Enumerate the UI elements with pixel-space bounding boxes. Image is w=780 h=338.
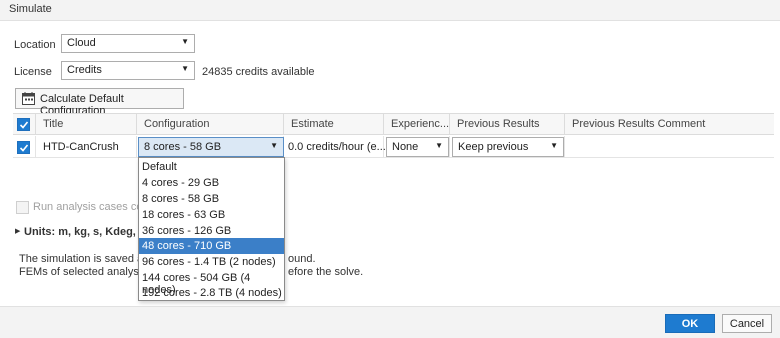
- row-estimate-cell: 0.0 credits/hour (e...: [284, 136, 386, 157]
- column-previous-results-comment-label: Previous Results Comment: [572, 118, 706, 130]
- previous-results-value: Keep previous: [458, 141, 529, 153]
- dropdown-option-label: 18 cores - 63 GB: [142, 209, 226, 221]
- table-header: Title Configuration Estimate Experienc..…: [13, 113, 774, 135]
- row-checkbox-cell: [13, 136, 36, 157]
- header-select-all-cell: [13, 114, 36, 134]
- dropdown-option-label: 48 cores - 710 GB: [142, 240, 232, 252]
- chevron-down-icon: ▼: [270, 141, 278, 150]
- column-estimate-label: Estimate: [291, 118, 334, 130]
- dropdown-option-label: 4 cores - 29 GB: [142, 177, 220, 189]
- experience-value: None: [392, 141, 419, 153]
- select-all-checkbox[interactable]: [17, 118, 30, 131]
- column-configuration-label: Configuration: [144, 118, 210, 130]
- chevron-down-icon: ▼: [550, 141, 558, 150]
- row-previous-results-cell: Keep previous ▼: [450, 136, 565, 157]
- column-header-estimate[interactable]: Estimate: [284, 114, 384, 134]
- dropdown-option-label: 96 cores - 1.4 TB (2 nodes): [142, 256, 276, 268]
- dropdown-option-label: 8 cores - 58 GB: [142, 193, 220, 205]
- footer-bar: OK Cancel: [0, 306, 780, 338]
- column-title-label: Title: [43, 118, 64, 130]
- row-previous-results-comment-cell[interactable]: [565, 136, 774, 157]
- expand-triangle-icon[interactable]: ▶: [15, 227, 20, 235]
- run-concurrently-checkbox[interactable]: [16, 201, 29, 214]
- checkmark-icon: [19, 144, 29, 152]
- column-previous-results-label: Previous Results: [457, 118, 540, 130]
- ok-button[interactable]: OK: [665, 314, 715, 333]
- experience-select[interactable]: None ▼: [386, 137, 449, 157]
- column-experience-label: Experienc...: [391, 118, 450, 130]
- location-label: Location: [14, 39, 56, 51]
- dropdown-option[interactable]: 18 cores - 63 GB: [139, 207, 284, 223]
- dropdown-option[interactable]: Default: [139, 159, 284, 175]
- calculate-default-configuration-button[interactable]: Calculate Default Configuration: [15, 88, 184, 117]
- row-experience-cell: None ▼: [384, 136, 450, 157]
- configuration-select[interactable]: 8 cores - 58 GB ▼: [138, 137, 284, 157]
- dropdown-option[interactable]: 96 cores - 1.4 TB (2 nodes): [139, 254, 284, 270]
- info-line-1-end: ound.: [288, 253, 316, 265]
- column-header-configuration[interactable]: Configuration: [137, 114, 284, 134]
- row-title: HTD-CanCrush: [43, 141, 119, 153]
- dropdown-option[interactable]: 192 cores - 2.8 TB (4 nodes): [139, 285, 284, 301]
- row-checkbox[interactable]: [17, 141, 30, 154]
- row-title-cell: HTD-CanCrush: [36, 136, 137, 157]
- row-estimate: 0.0 credits/hour (e...: [288, 141, 386, 153]
- dropdown-option[interactable]: 36 cores - 126 GB: [139, 223, 284, 239]
- cancel-button-label: Cancel: [729, 318, 765, 330]
- configuration-dropdown-list[interactable]: Default 4 cores - 29 GB 8 cores - 58 GB …: [138, 157, 285, 301]
- table-row[interactable]: HTD-CanCrush 8 cores - 58 GB ▼ 0.0 credi…: [13, 136, 774, 158]
- chevron-down-icon: ▼: [181, 64, 189, 73]
- title-bar: Simulate: [0, 0, 780, 21]
- location-value: Cloud: [67, 37, 96, 49]
- license-value: Credits: [67, 64, 102, 76]
- column-header-previous-results[interactable]: Previous Results: [450, 114, 565, 134]
- chevron-down-icon: ▼: [181, 37, 189, 46]
- column-header-previous-results-comment[interactable]: Previous Results Comment: [565, 114, 774, 134]
- dropdown-option-selected[interactable]: 48 cores - 710 GB: [139, 238, 284, 254]
- location-select[interactable]: Cloud ▼: [61, 34, 195, 53]
- column-header-experience[interactable]: Experienc...: [384, 114, 450, 134]
- row-configuration-cell: 8 cores - 58 GB ▼: [137, 136, 284, 157]
- dropdown-option[interactable]: 4 cores - 29 GB: [139, 175, 284, 191]
- column-header-title[interactable]: Title: [36, 114, 137, 134]
- cancel-button[interactable]: Cancel: [722, 314, 772, 333]
- license-label: License: [14, 66, 52, 78]
- window-title: Simulate: [9, 3, 52, 15]
- calendar-icon: [22, 92, 35, 105]
- previous-results-select[interactable]: Keep previous ▼: [452, 137, 564, 157]
- dropdown-option-label: 36 cores - 126 GB: [142, 225, 232, 237]
- checkmark-icon: [19, 121, 29, 129]
- dropdown-option-label: 192 cores - 2.8 TB (4 nodes): [142, 287, 282, 299]
- ok-button-label: OK: [681, 318, 699, 330]
- run-concurrently-label: Run analysis cases conc: [33, 201, 155, 213]
- credits-available: 24835 credits available: [202, 66, 315, 78]
- info-line-2-end: efore the solve.: [288, 266, 364, 278]
- dropdown-option[interactable]: 144 cores - 504 GB (4 nodes): [139, 270, 284, 296]
- dropdown-option-label: Default: [142, 161, 177, 173]
- dropdown-option[interactable]: 8 cores - 58 GB: [139, 191, 284, 207]
- configuration-value: 8 cores - 58 GB: [144, 141, 222, 153]
- chevron-down-icon: ▼: [435, 141, 443, 150]
- license-select[interactable]: Credits ▼: [61, 61, 195, 80]
